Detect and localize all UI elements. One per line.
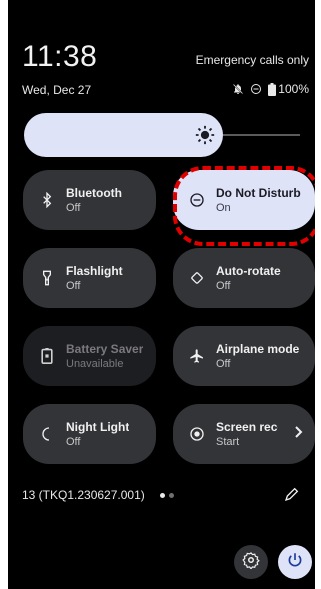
tile-state: Start xyxy=(216,435,240,448)
tile-do-not-disturb[interactable]: Do Not Disturb On xyxy=(173,170,315,230)
build-number[interactable]: 13 (TKQ1.230627.001) xyxy=(22,488,145,502)
settings-button[interactable] xyxy=(234,545,268,579)
tile-title: Night Light xyxy=(66,419,130,434)
brightness-slider-track[interactable] xyxy=(223,134,300,136)
clock: 11:38 xyxy=(22,40,98,73)
battery-indicator: 100% xyxy=(268,82,309,96)
date: Wed, Dec 27 xyxy=(22,83,92,97)
bluetooth-icon xyxy=(37,190,57,210)
tile-night-light[interactable]: Night Light Off xyxy=(23,404,156,464)
tile-title: Battery Saver xyxy=(66,341,144,356)
tile-auto-rotate[interactable]: Auto-rotate Off xyxy=(173,248,315,308)
tile-title: Screen record xyxy=(216,419,278,434)
battery-percent: 100% xyxy=(278,82,309,96)
tile-state: Off xyxy=(216,279,231,292)
battery-saver-icon xyxy=(37,346,57,366)
screen-record-icon xyxy=(187,424,207,444)
page-dot-active xyxy=(160,493,165,498)
power-button[interactable] xyxy=(278,545,312,579)
tile-state: Off xyxy=(216,357,231,370)
tile-title: Do Not Disturb xyxy=(216,185,301,200)
brightness-slider[interactable] xyxy=(24,113,300,157)
night-light-icon xyxy=(37,424,57,444)
tile-title: Flashlight xyxy=(66,263,123,278)
page-indicator xyxy=(160,493,174,498)
tile-battery-saver[interactable]: Battery Saver Unavailable xyxy=(23,326,156,386)
tile-state: Off xyxy=(66,279,81,292)
power-icon xyxy=(286,551,304,574)
do-not-disturb-icon xyxy=(250,83,262,95)
do-not-disturb-icon xyxy=(187,190,207,210)
tile-state: Off xyxy=(66,435,81,448)
tile-bluetooth[interactable]: Bluetooth Off xyxy=(23,170,156,230)
tile-state: On xyxy=(216,201,231,214)
airplane-icon xyxy=(187,346,207,366)
auto-rotate-icon xyxy=(187,268,207,288)
tile-state: Unavailable xyxy=(66,357,124,370)
battery-icon xyxy=(268,82,277,96)
tile-airplane-mode[interactable]: Airplane mode Off xyxy=(173,326,315,386)
tile-state: Off xyxy=(66,201,81,214)
network-status: Emergency calls only xyxy=(195,53,309,67)
flashlight-icon xyxy=(37,268,57,288)
tile-flashlight[interactable]: Flashlight Off xyxy=(23,248,156,308)
chevron-right-icon[interactable] xyxy=(293,425,303,444)
quick-settings-panel: 11:38 Wed, Dec 27 Emergency calls only 1… xyxy=(8,0,315,589)
tile-title: Auto-rotate xyxy=(216,263,281,278)
notifications-off-icon xyxy=(232,83,244,95)
settings-icon xyxy=(242,551,260,574)
page-dot xyxy=(169,493,174,498)
brightness-icon xyxy=(194,124,216,146)
tile-title: Airplane mode xyxy=(216,341,300,356)
tile-screen-record[interactable]: Screen record Start xyxy=(173,404,315,464)
status-icons: 100% xyxy=(232,82,309,96)
edit-icon[interactable] xyxy=(284,486,300,502)
tile-title: Bluetooth xyxy=(66,185,122,200)
